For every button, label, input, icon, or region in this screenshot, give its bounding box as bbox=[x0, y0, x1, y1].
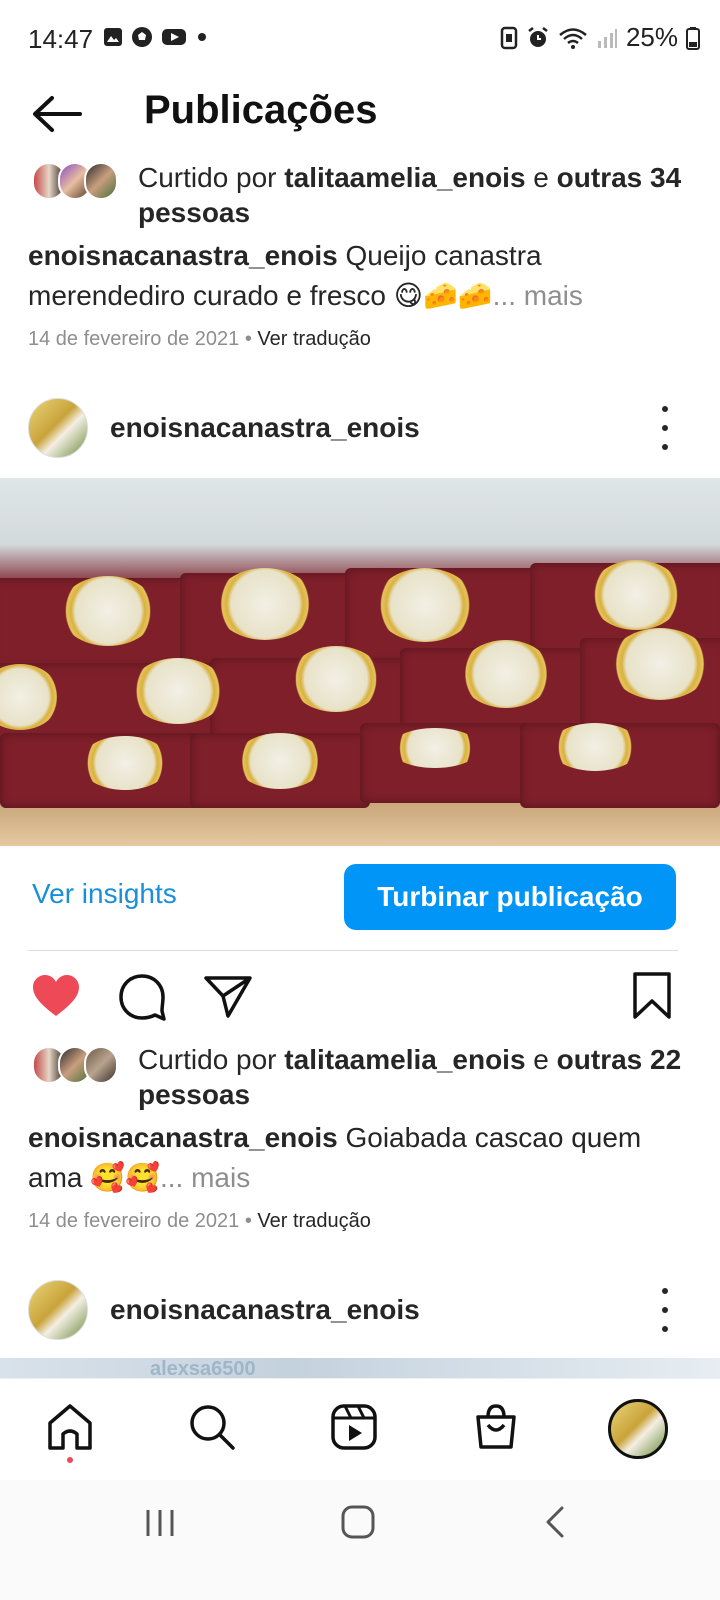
boost-post-button[interactable]: Turbinar publicação bbox=[344, 864, 676, 930]
battery-percent: 25% bbox=[625, 22, 678, 52]
signal-icon bbox=[597, 28, 617, 48]
status-bar: 14:47 25% bbox=[0, 0, 720, 80]
search-icon[interactable] bbox=[186, 1401, 238, 1453]
home-circle-icon[interactable] bbox=[338, 1502, 378, 1542]
profile-avatar[interactable] bbox=[608, 1399, 668, 1459]
post-meta: 14 de fevereiro de 2021 • Ver tradução bbox=[28, 1210, 371, 1232]
liked-by-user[interactable]: talitaamelia_enois bbox=[284, 162, 525, 193]
post-meta: 14 de fevereiro de 2021 • Ver tradução bbox=[28, 328, 371, 350]
post-header: enoisnacanastra_enois bbox=[28, 1278, 708, 1342]
back-arrow-icon[interactable] bbox=[30, 92, 82, 136]
translate-link[interactable]: Ver tradução bbox=[257, 1210, 370, 1232]
shop-icon[interactable] bbox=[470, 1401, 522, 1453]
translate-link[interactable]: Ver tradução bbox=[257, 328, 370, 350]
notification-dot bbox=[67, 1457, 73, 1463]
avatar bbox=[84, 162, 118, 200]
next-post-image-peek[interactable]: alexsa6500 bbox=[0, 1358, 720, 1380]
liked-by-user[interactable]: talitaamelia_enois bbox=[284, 1044, 525, 1075]
alarm-icon bbox=[528, 26, 548, 47]
post-image[interactable] bbox=[0, 478, 720, 846]
post-author-avatar[interactable] bbox=[28, 1280, 88, 1340]
post-header: enoisnacanastra_enois bbox=[28, 396, 708, 460]
liked-by-text[interactable]: Curtido por talitaamelia_enois e outras … bbox=[138, 160, 698, 230]
heart-icon[interactable] bbox=[30, 970, 82, 1022]
back-chevron-icon[interactable] bbox=[536, 1502, 576, 1542]
caption-username[interactable]: enoisnacanastra_enois bbox=[28, 240, 338, 271]
status-time: 14:47 bbox=[28, 24, 94, 54]
post-author-username[interactable]: enoisnacanastra_enois bbox=[110, 412, 420, 444]
home-icon[interactable] bbox=[44, 1401, 96, 1453]
post-date: 14 de fevereiro de 2021 bbox=[28, 328, 240, 350]
recents-icon[interactable] bbox=[140, 1502, 180, 1542]
comment-icon[interactable] bbox=[116, 970, 168, 1022]
liked-by-avatars[interactable] bbox=[32, 162, 118, 200]
post-author-username[interactable]: enoisnacanastra_enois bbox=[110, 1294, 420, 1326]
reels-icon[interactable] bbox=[328, 1401, 380, 1453]
view-insights-link[interactable]: Ver insights bbox=[32, 878, 177, 910]
dot-icon bbox=[198, 33, 206, 41]
liked-by-avatars[interactable] bbox=[32, 1046, 118, 1084]
system-navigation-bar bbox=[0, 1480, 720, 1600]
avatar bbox=[84, 1046, 118, 1084]
post-caption: enoisnacanastra_enois Queijo canastra me… bbox=[28, 236, 688, 316]
wifi-icon bbox=[559, 27, 587, 49]
more-options-icon[interactable] bbox=[658, 1288, 672, 1332]
post-caption: enoisnacanastra_enois Goiabada cascao qu… bbox=[28, 1118, 688, 1198]
gallery-icon bbox=[104, 28, 122, 46]
battery-icon bbox=[686, 26, 700, 50]
divider bbox=[28, 950, 678, 951]
post-author-avatar[interactable] bbox=[28, 398, 88, 458]
caption-username[interactable]: enoisnacanastra_enois bbox=[28, 1122, 338, 1153]
liked-by-text[interactable]: Curtido por talitaamelia_enois e outras … bbox=[138, 1042, 698, 1112]
caption-more-link[interactable]: ... mais bbox=[160, 1162, 250, 1193]
more-options-icon[interactable] bbox=[658, 406, 672, 450]
post-date: 14 de fevereiro de 2021 bbox=[28, 1210, 240, 1232]
youtube-icon bbox=[162, 29, 186, 45]
caption-more-link[interactable]: ... mais bbox=[493, 280, 583, 311]
bookmark-icon[interactable] bbox=[626, 970, 678, 1022]
page-title: Publicações bbox=[144, 88, 378, 132]
soccer-icon bbox=[132, 27, 152, 47]
vibrate-icon bbox=[500, 26, 518, 49]
bottom-navigation bbox=[0, 1378, 720, 1479]
share-icon[interactable] bbox=[202, 970, 254, 1022]
